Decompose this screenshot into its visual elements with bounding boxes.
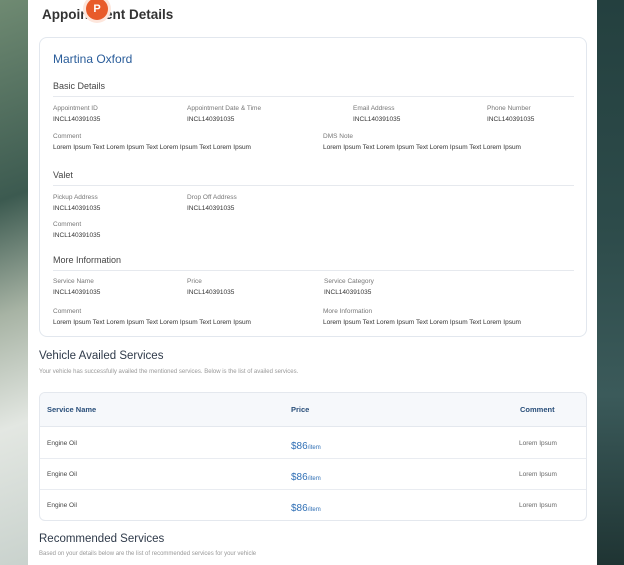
comment-cell: Lorem Ipsum (519, 471, 557, 478)
service-name-cell: Engine Oil (47, 471, 77, 478)
field-value: INCL140391035 (353, 116, 401, 123)
divider (53, 96, 574, 97)
more-information-field: More Information Lorem Ipsum Text Lorem … (323, 307, 521, 327)
table-row: Engine Oil $86/item Lorem Ipsum (40, 459, 586, 490)
more-info-comment-field: Comment Lorem Ipsum Text Lorem Ipsum Tex… (53, 307, 251, 327)
table-header: Service Name Price Comment (40, 393, 586, 427)
price-cell: $86/item (291, 498, 321, 516)
field-value: INCL140391035 (187, 116, 235, 123)
price-amount: $86 (291, 472, 308, 483)
price-field: Price INCL140391035 (187, 277, 234, 297)
appointment-datetime-field: Appointment Date & Time INCL140391035 (187, 104, 261, 124)
valet-comment-field: Comment INCL140391035 (53, 220, 100, 240)
field-label: Comment (53, 221, 82, 228)
field-label: Appointment Date & Time (187, 105, 262, 112)
availed-services-title: Vehicle Availed Services (39, 350, 164, 362)
field-label: Pickup Address (53, 194, 98, 201)
availed-services-subtitle: Your vehicle has successfully availed th… (39, 369, 299, 375)
price-amount: $86 (291, 441, 308, 452)
service-name-cell: Engine Oil (47, 502, 77, 509)
column-header-service-name: Service Name (47, 405, 97, 414)
price-amount: $86 (291, 503, 308, 514)
field-label: Drop Off Address (187, 194, 237, 201)
price-cell: $86/item (291, 467, 321, 485)
field-label: Comment (53, 133, 82, 140)
table-row: Engine Oil $86/item Lorem Ipsum (40, 490, 586, 520)
field-value: INCL140391035 (53, 205, 101, 212)
column-header-price: Price (291, 405, 310, 414)
price-unit: /item (307, 476, 321, 482)
comment-field: Comment Lorem Ipsum Text Lorem Ipsum Tex… (53, 132, 251, 152)
service-name-field: Service Name INCL140391035 (53, 277, 100, 297)
comment-cell: Lorem Ipsum (519, 440, 557, 447)
field-label: Email Address (353, 105, 395, 112)
dropoff-address-field: Drop Off Address INCL140391035 (187, 193, 237, 213)
field-label: Phone Number (487, 105, 531, 112)
appointment-id-field: Appointment ID INCL140391035 (53, 104, 100, 124)
more-information-heading: More Information (53, 255, 122, 265)
phone-field: Phone Number INCL140391035 (487, 104, 534, 124)
divider (53, 185, 574, 186)
field-value: INCL140391035 (324, 289, 372, 296)
customer-name: Martina Oxford (53, 52, 133, 66)
field-value: INCL140391035 (53, 116, 101, 123)
price-cell: $86/item (291, 436, 321, 454)
price-unit: /item (307, 507, 321, 513)
field-value: INCL140391035 (187, 289, 235, 296)
price-unit: /item (307, 445, 321, 451)
dms-note-field: DMS Note Lorem Ipsum Text Lorem Ipsum Te… (323, 132, 521, 152)
field-value: Lorem Ipsum Text Lorem Ipsum Text Lorem … (53, 319, 251, 326)
field-label: Appointment ID (53, 105, 98, 112)
field-label: Service Category (324, 278, 374, 285)
table-row: Engine Oil $86/item Lorem Ipsum (40, 428, 586, 459)
field-value: INCL140391035 (187, 205, 235, 212)
appointment-panel: Appointment Details P Martina Oxford Bas… (28, 0, 597, 565)
field-label: DMS Note (323, 133, 353, 140)
basic-details-heading: Basic Details (53, 81, 106, 91)
field-value: Lorem Ipsum Text Lorem Ipsum Text Lorem … (323, 144, 521, 151)
pickup-address-field: Pickup Address INCL140391035 (53, 193, 100, 213)
recommended-services-title: Recommended Services (39, 533, 165, 545)
service-category-field: Service Category INCL140391035 (324, 277, 374, 297)
service-name-cell: Engine Oil (47, 440, 77, 447)
background-left (0, 0, 28, 565)
field-label: Price (187, 278, 202, 285)
recommended-services-subtitle: Based on your details below are the list… (39, 551, 257, 557)
availed-services-table: Service Name Price Comment Engine Oil $8… (39, 392, 587, 521)
appointment-details-card: Martina Oxford Basic Details Appointment… (39, 37, 587, 337)
field-value: INCL140391035 (53, 232, 101, 239)
email-field: Email Address INCL140391035 (353, 104, 400, 124)
field-label: Service Name (53, 278, 94, 285)
field-value: Lorem Ipsum Text Lorem Ipsum Text Lorem … (323, 319, 521, 326)
field-value: Lorem Ipsum Text Lorem Ipsum Text Lorem … (53, 144, 251, 151)
field-value: INCL140391035 (53, 289, 101, 296)
field-label: More Information (323, 308, 373, 315)
field-label: Comment (53, 308, 82, 315)
background-right (597, 0, 624, 565)
column-header-comment: Comment (520, 405, 555, 414)
valet-heading: Valet (53, 170, 73, 180)
field-value: INCL140391035 (487, 116, 535, 123)
comment-cell: Lorem Ipsum (519, 502, 557, 509)
divider (53, 270, 574, 271)
